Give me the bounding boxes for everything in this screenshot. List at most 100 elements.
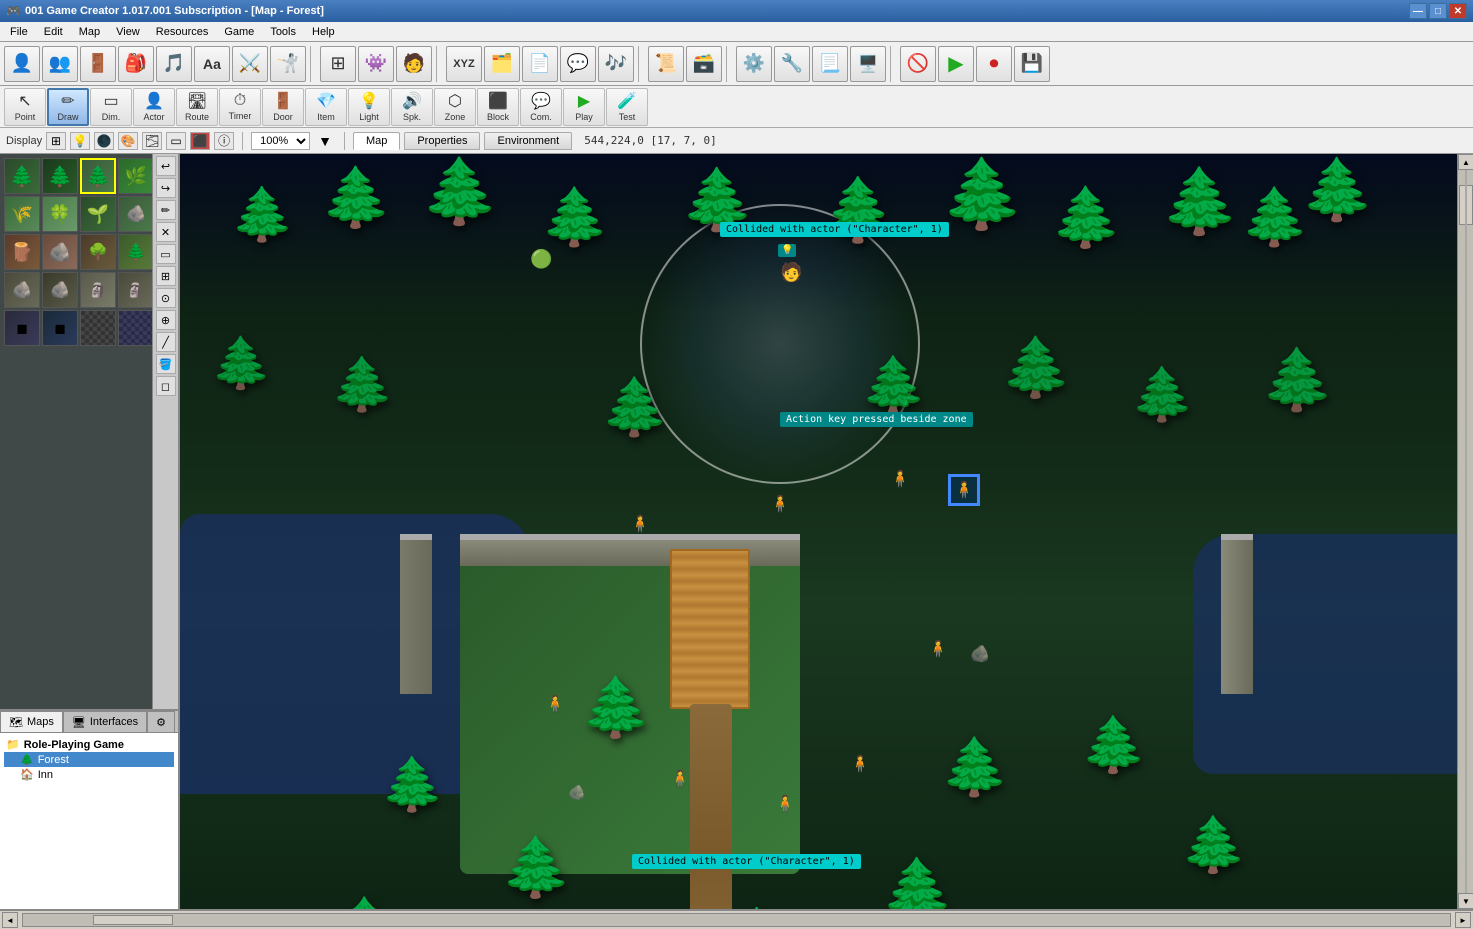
tile-15[interactable]: 🗿 <box>80 272 116 308</box>
tree-root[interactable]: 📁 Role-Playing Game <box>4 737 174 752</box>
toolbar-music[interactable]: 🎵 <box>156 46 192 82</box>
toolbar-battle[interactable]: ⚔️ <box>232 46 268 82</box>
mode-block[interactable]: ⬛ Block <box>477 88 519 126</box>
zoom-dropdown-btn[interactable]: ▼ <box>314 133 336 149</box>
h-scroll-thumb[interactable] <box>93 915 173 925</box>
menu-tools[interactable]: Tools <box>262 22 304 41</box>
toolbar-gear[interactable]: 🔧 <box>774 46 810 82</box>
mode-door[interactable]: 🚪 Door <box>262 88 304 126</box>
mode-draw[interactable]: ✏ Draw <box>47 88 89 126</box>
tile-12[interactable]: 🌲 <box>118 234 152 270</box>
mode-point[interactable]: ↖ Point <box>4 88 46 126</box>
toolbar-settings[interactable]: ⚙️ <box>736 46 772 82</box>
mode-route[interactable]: 🛣 Route <box>176 88 218 126</box>
mode-spk[interactable]: 🔊 Spk. <box>391 88 433 126</box>
display-outline-toggle[interactable]: ▭ <box>166 132 186 150</box>
player-char[interactable]: 🧑 <box>780 262 802 283</box>
tree-item-forest[interactable]: 🌲 Forest <box>4 752 174 767</box>
npc-8[interactable]: 🧍 <box>850 754 870 774</box>
toolbar-font[interactable]: Aa <box>194 46 230 82</box>
npc-5[interactable]: 🧍 <box>928 639 948 659</box>
tool-plus[interactable]: ⊕ <box>156 310 176 330</box>
mode-dim[interactable]: ▭ Dim. <box>90 88 132 126</box>
mode-com[interactable]: 💬 Com. <box>520 88 562 126</box>
map-horizontal-scrollbar[interactable] <box>22 913 1451 927</box>
tab-environment[interactable]: Environment <box>484 132 572 150</box>
toolbar-no-entry[interactable]: 🚫 <box>900 46 936 82</box>
tile-16[interactable]: 🗿 <box>118 272 152 308</box>
menu-edit[interactable]: Edit <box>36 22 71 41</box>
tool-box[interactable]: ◻ <box>156 376 176 396</box>
toolbar-speech[interactable]: 💬 <box>560 46 596 82</box>
toolbar-actor[interactable]: 👤 <box>4 46 40 82</box>
toolbar-text[interactable]: 📃 <box>812 46 848 82</box>
toolbar-sprite[interactable]: 🧑 <box>396 46 432 82</box>
display-fog-toggle[interactable]: 🌫 <box>142 132 162 150</box>
maximize-button[interactable]: □ <box>1429 3 1447 19</box>
toolbar-xyz[interactable]: XYZ <box>446 46 482 82</box>
tile-18[interactable]: ◼ <box>42 310 78 346</box>
mode-zone[interactable]: ⬡ Zone <box>434 88 476 126</box>
menu-help[interactable]: Help <box>304 22 343 41</box>
tile-7[interactable]: 🌱 <box>80 196 116 232</box>
display-info-toggle[interactable]: ⓘ <box>214 132 234 150</box>
tile-13[interactable]: 🪨 <box>4 272 40 308</box>
tab-extra-settings[interactable]: ⚙ <box>147 711 175 732</box>
menu-file[interactable]: File <box>2 22 36 41</box>
toolbar-db[interactable]: 🗃️ <box>686 46 722 82</box>
tile-14[interactable]: 🪨 <box>42 272 78 308</box>
tile-20[interactable] <box>118 310 152 346</box>
toolbar-char[interactable]: 🤺 <box>270 46 306 82</box>
toolbar-save[interactable]: 💾 <box>1014 46 1050 82</box>
tool-select[interactable]: ▭ <box>156 244 176 264</box>
menu-map[interactable]: Map <box>71 22 108 41</box>
toolbar-door[interactable]: 🚪 <box>80 46 116 82</box>
npc-6[interactable]: 🧍 <box>670 769 690 789</box>
display-light-toggle[interactable]: 💡 <box>70 132 90 150</box>
hscroll-left-button[interactable]: ◄ <box>2 912 18 928</box>
mode-timer[interactable]: ⏱ Timer <box>219 88 261 126</box>
npc-4[interactable]: 🧍 <box>545 694 565 714</box>
tile-5[interactable]: 🌾 <box>4 196 40 232</box>
mode-actor[interactable]: 👤 Actor <box>133 88 175 126</box>
toolbar-tileset[interactable]: 🗂️ <box>484 46 520 82</box>
tile-8[interactable]: 🪨 <box>118 196 152 232</box>
scroll-track[interactable] <box>1458 170 1473 893</box>
tile-3[interactable]: 🌲 <box>80 158 116 194</box>
close-button[interactable]: ✕ <box>1449 3 1467 19</box>
display-tint-toggle[interactable]: 🎨 <box>118 132 138 150</box>
scroll-down-button[interactable]: ▼ <box>1458 893 1473 909</box>
mode-test[interactable]: 🧪 Test <box>606 88 648 126</box>
npc-3[interactable]: 🧍 <box>890 469 910 489</box>
tile-4[interactable]: 🌿 <box>118 158 152 194</box>
tree-item-inn[interactable]: 🏠 Inn <box>4 767 174 782</box>
tile-19[interactable] <box>80 310 116 346</box>
minimize-button[interactable]: — <box>1409 3 1427 19</box>
tile-11[interactable]: 🌳 <box>80 234 116 270</box>
toolbar-item[interactable]: 🎒 <box>118 46 154 82</box>
hscroll-right-button[interactable]: ► <box>1455 912 1471 928</box>
toolbar-rec[interactable]: ⏺ <box>976 46 1012 82</box>
toolbar-music2[interactable]: 🎶 <box>598 46 634 82</box>
tool-grid2[interactable]: ⊞ <box>156 266 176 286</box>
tool-line[interactable]: ╱ <box>156 332 176 352</box>
tab-interfaces[interactable]: 🖥 Interfaces <box>63 711 147 732</box>
menu-view[interactable]: View <box>108 22 148 41</box>
toolbar-script[interactable]: 📜 <box>648 46 684 82</box>
display-shade-toggle[interactable]: 🌑 <box>94 132 114 150</box>
tool-undo[interactable]: ↩ <box>156 156 176 176</box>
display-grid-toggle[interactable]: ⊞ <box>46 132 66 150</box>
npc-2[interactable]: 🧍 <box>770 494 790 514</box>
display-dim-toggle[interactable]: ⬛ <box>190 132 210 150</box>
tab-properties[interactable]: Properties <box>404 132 480 150</box>
toolbar-monster[interactable]: 👾 <box>358 46 394 82</box>
tile-2[interactable]: 🌲 <box>42 158 78 194</box>
mode-item[interactable]: 💎 Item <box>305 88 347 126</box>
zoom-select[interactable]: 25% 50% 75% 100% 150% 200% <box>251 132 310 150</box>
toolbar-window[interactable]: 🖥️ <box>850 46 886 82</box>
npc-1[interactable]: 🧍 <box>630 514 650 534</box>
tab-maps[interactable]: 🗺 Maps <box>0 711 63 732</box>
tab-map[interactable]: Map <box>353 132 400 150</box>
scroll-up-button[interactable]: ▲ <box>1458 154 1473 170</box>
tool-circle[interactable]: ⊙ <box>156 288 176 308</box>
